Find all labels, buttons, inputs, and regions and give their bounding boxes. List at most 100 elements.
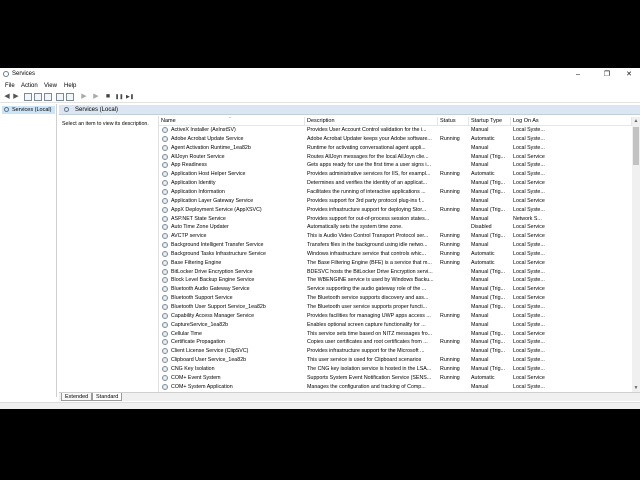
- back-arrow-icon[interactable]: ◀: [3, 93, 11, 101]
- menu-file[interactable]: File: [5, 83, 15, 89]
- service-log-on-as: Local Service: [513, 233, 545, 240]
- tab-extended[interactable]: Extended: [61, 393, 93, 401]
- service-description: Enables optional screen capture function…: [307, 321, 426, 328]
- service-startup-type: Manual: [471, 215, 489, 222]
- table-row[interactable]: AVCTP service This is Audio Video Control…: [159, 232, 632, 241]
- table-row[interactable]: Bluetooth User Support Service_1ea82b The…: [159, 303, 632, 312]
- table-row[interactable]: Application Layer Gateway Service Provide…: [159, 197, 632, 206]
- service-name: CaptureService_1ea82b: [171, 321, 229, 328]
- restart-service-icon[interactable]: ▶❚: [126, 93, 134, 101]
- table-row[interactable]: CNG Key Isolation The CNG key isolation s…: [159, 365, 632, 374]
- service-gear-icon: [162, 162, 168, 169]
- column-header-log-on-as[interactable]: Log On As: [511, 117, 632, 126]
- menu-action[interactable]: Action: [21, 83, 38, 89]
- stop-service-icon[interactable]: ■: [104, 93, 112, 101]
- service-startup-type: Manual: [471, 357, 489, 364]
- table-row[interactable]: Base Filtering Engine The Base Filtering …: [159, 259, 632, 268]
- table-row[interactable]: COM+ System Application Manages the confi…: [159, 383, 632, 391]
- service-description: This is Audio Video Control Transport Pr…: [307, 233, 429, 240]
- vertical-scrollbar[interactable]: ▲ ▼: [632, 117, 640, 392]
- table-row[interactable]: AllJoyn Router Service Routes AllJoyn mes…: [159, 153, 632, 162]
- export-list-icon[interactable]: [66, 93, 74, 101]
- scroll-up-icon[interactable]: ▲: [632, 117, 640, 125]
- maximize-button[interactable]: ❐: [598, 70, 616, 79]
- table-row[interactable]: Application Host Helper Service Provides …: [159, 170, 632, 179]
- table-row[interactable]: Bluetooth Audio Gateway Service Service s…: [159, 285, 632, 294]
- table-row[interactable]: AppX Deployment Service (AppXSVC) Provide…: [159, 206, 632, 215]
- service-startup-type: Manual (Trig...: [471, 304, 505, 310]
- column-header-startup-type[interactable]: Startup Type: [469, 117, 511, 126]
- service-gear-icon: [162, 180, 168, 187]
- table-row[interactable]: Bluetooth Support Service The Bluetooth s…: [159, 294, 632, 303]
- service-status: Running: [440, 365, 460, 372]
- tree-item-services-local[interactable]: Services (Local): [2, 106, 55, 114]
- forward-arrow-icon[interactable]: ▶: [12, 93, 20, 101]
- service-description: Gets apps ready for use the first time a…: [307, 162, 431, 169]
- refresh-icon[interactable]: [44, 93, 52, 101]
- table-row[interactable]: Certificate Propagation Copies user certi…: [159, 338, 632, 347]
- service-status: [440, 276, 468, 285]
- table-row[interactable]: CaptureService_1ea82b Enables optional sc…: [159, 321, 632, 330]
- start-service-icon-2[interactable]: ▶: [92, 93, 100, 101]
- table-row[interactable]: BitLocker Drive Encryption Service BDESVC…: [159, 268, 632, 277]
- show-hide-console-tree-icon[interactable]: [24, 93, 32, 101]
- service-status: [440, 268, 468, 277]
- service-name: Adobe Acrobat Update Service: [171, 135, 244, 142]
- table-row[interactable]: Capability Access Manager Service Provide…: [159, 312, 632, 321]
- service-description: Routes AllJoyn messages for the local Al…: [307, 153, 429, 160]
- service-status: [440, 383, 468, 391]
- table-row[interactable]: Auto Time Zone Updater Automatically sets…: [159, 223, 632, 232]
- service-name: App Readiness: [171, 162, 207, 169]
- console-tree: Services (Local): [0, 104, 57, 397]
- service-startup-type: Manual: [471, 312, 489, 319]
- close-button[interactable]: ✕: [620, 70, 638, 79]
- column-header-status[interactable]: Status: [438, 117, 469, 126]
- table-row[interactable]: ActiveX Installer (AxInstSV) Provides Use…: [159, 126, 632, 135]
- service-status: [440, 179, 468, 188]
- services-gear-icon: [3, 71, 9, 77]
- menu-help[interactable]: Help: [64, 83, 76, 89]
- menu-view[interactable]: View: [44, 83, 57, 89]
- table-row[interactable]: ASP.NET State Service Provides support fo…: [159, 215, 632, 224]
- service-name: Clipboard User Service_1ea82b: [171, 357, 247, 364]
- table-row[interactable]: Agent Activation Runtime_1ea82b Runtime f…: [159, 144, 632, 153]
- column-header-name[interactable]: Name ^: [159, 117, 305, 126]
- start-service-icon[interactable]: ▶: [80, 93, 88, 101]
- minimize-button[interactable]: –: [569, 70, 587, 79]
- service-name: Application Information: [171, 188, 225, 195]
- table-row[interactable]: Application Information Facilitates the r…: [159, 188, 632, 197]
- service-startup-type: Manual (Trig...: [471, 233, 505, 240]
- table-row[interactable]: COM+ Event System Supports System Event N…: [159, 374, 632, 383]
- service-status: Running: [440, 135, 460, 142]
- service-startup-type: Manual: [471, 197, 489, 204]
- service-startup-type: Manual (Trig...: [471, 286, 505, 293]
- pause-service-icon[interactable]: ❚❚: [115, 93, 123, 101]
- table-row[interactable]: Background Tasks Infrastructure Service W…: [159, 250, 632, 259]
- table-row[interactable]: Adobe Acrobat Update Service Adobe Acroba…: [159, 135, 632, 144]
- column-label: Name: [161, 118, 176, 124]
- table-row[interactable]: Client License Service (ClipSVC) Provides…: [159, 347, 632, 356]
- service-status: [440, 215, 468, 224]
- service-status: [440, 197, 468, 206]
- service-name: ASP.NET State Service: [171, 215, 226, 222]
- service-gear-icon: [162, 153, 168, 160]
- service-description: Determines and verifies the identity of …: [307, 180, 428, 187]
- scrollbar-thumb[interactable]: [633, 127, 639, 165]
- service-gear-icon: [162, 224, 168, 231]
- service-status: [440, 126, 468, 135]
- tab-standard[interactable]: Standard: [92, 393, 123, 401]
- column-header-description[interactable]: Description: [305, 117, 438, 126]
- scroll-down-icon[interactable]: ▼: [632, 384, 640, 392]
- table-row[interactable]: Background Intelligent Transfer Service T…: [159, 241, 632, 250]
- table-row[interactable]: Application Identity Determines and verif…: [159, 179, 632, 188]
- properties-icon[interactable]: [34, 93, 42, 101]
- table-row[interactable]: Clipboard User Service_1ea82b This user s…: [159, 356, 632, 365]
- service-description: Facilitates the running of interactive a…: [307, 188, 426, 195]
- service-description: Provides support for 3rd party protocol …: [307, 197, 425, 204]
- table-row[interactable]: App Readiness Gets apps ready for use the…: [159, 161, 632, 170]
- table-row[interactable]: Cellular Time This service sets time base…: [159, 330, 632, 339]
- service-gear-icon: [162, 286, 168, 293]
- menu-bar: File Action View Help: [0, 81, 640, 91]
- help-icon[interactable]: [56, 93, 64, 101]
- table-row[interactable]: Block Level Backup Engine Service The WBE…: [159, 276, 632, 285]
